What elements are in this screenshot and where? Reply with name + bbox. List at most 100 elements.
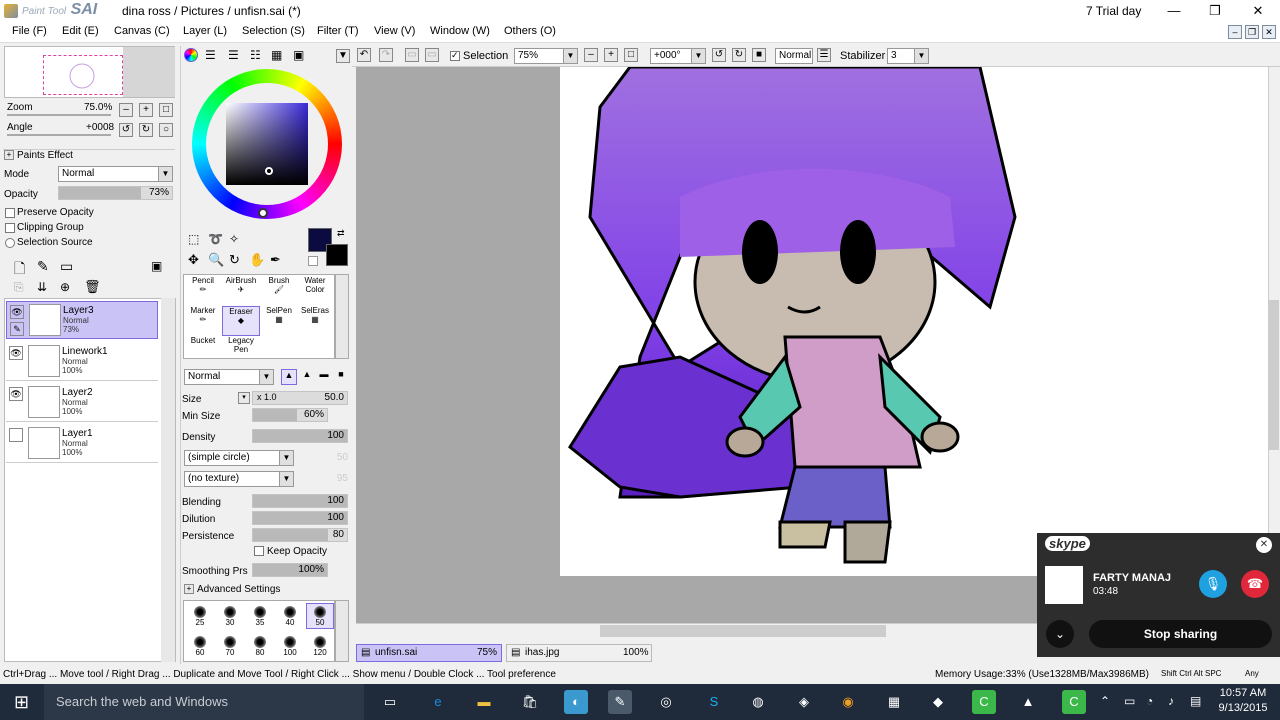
merge-down-icon[interactable]: ⊕ (60, 280, 70, 294)
app-icon-6[interactable]: ◆ (926, 690, 950, 714)
skype-icon[interactable]: S (702, 690, 726, 714)
tool-pencil[interactable]: Pencil ✏ (184, 276, 222, 306)
invert-selection-icon[interactable]: ▭ (425, 48, 439, 62)
paint-tool-sai-icon[interactable]: ✎ (608, 690, 632, 714)
rotate-tool-icon[interactable]: ↻ (229, 252, 240, 268)
chrome-icon[interactable]: ◉ (836, 690, 860, 714)
zoom-slider[interactable] (7, 114, 111, 116)
toolbar-zoom-in-icon[interactable]: + (604, 48, 618, 62)
task-view-icon[interactable]: ▭ (378, 690, 402, 714)
doc-tab-unfisn[interactable]: ▤ unfisn.sai 75% (356, 644, 502, 662)
chevron-down-icon[interactable]: ⌄ (1046, 620, 1074, 648)
preset-40[interactable]: 40 (276, 606, 304, 628)
transfer-down-icon[interactable]: ⇊ (37, 280, 47, 294)
brush-shape-medium-icon[interactable]: ▲ (299, 369, 315, 385)
color-wheel[interactable] (192, 69, 342, 219)
toolbar-rotate-left-icon[interactable]: ↺ (712, 48, 726, 62)
layer-item-linework1[interactable]: 👁 Linework1 Normal 100% (6, 343, 158, 381)
tool-seleras[interactable]: SelEras ▦ (296, 306, 334, 336)
hand-tool-icon[interactable]: ✋ (249, 252, 265, 268)
tool-legacy-pen[interactable]: Legacy Pen (222, 336, 260, 366)
trash-icon[interactable]: 🗑 (84, 279, 101, 295)
size-multiplier-icon[interactable]: ▾ (238, 392, 250, 404)
preserve-opacity-checkbox[interactable] (5, 208, 15, 218)
notifications-icon[interactable]: ▤ (1190, 694, 1201, 708)
preset-80[interactable]: 80 (246, 636, 274, 658)
scratchpad-tab-icon[interactable]: ▦ (271, 48, 282, 62)
layer-mode-select[interactable]: Normal ▼ (58, 166, 173, 182)
canvas-paper[interactable] (560, 65, 1268, 576)
angle-slider[interactable] (7, 134, 111, 136)
min-size-slider[interactable]: 60% (252, 408, 328, 422)
layer-item-layer1[interactable]: Layer1 Normal 100% (6, 425, 158, 463)
preset-70[interactable]: 70 (216, 636, 244, 658)
menu-others[interactable]: Others (O) (504, 25, 556, 37)
menu-selection[interactable]: Selection (S) (242, 25, 305, 37)
preset-100[interactable]: 100 (276, 636, 304, 658)
camtasia-recorder-icon[interactable]: C (1062, 690, 1086, 714)
app-icon-4[interactable]: ◈ (792, 690, 816, 714)
opacity-slider[interactable]: 73% (58, 186, 173, 200)
selection-checkbox[interactable]: ✓ (450, 50, 460, 61)
app-icon-7[interactable]: ▲ (1016, 690, 1040, 714)
undo-icon[interactable]: ↶ (357, 48, 371, 62)
zoom-in-icon[interactable]: + (139, 103, 153, 117)
new-layer-icon[interactable]: 🗋 (14, 258, 25, 282)
tool-marker[interactable]: Marker ✏ (184, 306, 222, 336)
density-slider[interactable]: 100 (252, 429, 348, 443)
edge-icon[interactable]: e (426, 690, 450, 714)
camtasia-icon[interactable]: C (972, 690, 996, 714)
tool-selpen[interactable]: SelPen ▦ (260, 306, 298, 336)
zoom-out-icon[interactable]: – (119, 103, 133, 117)
menu-layer[interactable]: Layer (L) (183, 25, 227, 37)
rect-select-icon[interactable]: ⬚ (188, 232, 199, 246)
search-box[interactable]: Search the web and Windows (44, 684, 364, 720)
tool-bucket[interactable]: Bucket (184, 336, 222, 366)
smoothing-slider[interactable]: 100% (252, 563, 328, 577)
rotate-left-icon[interactable]: ↺ (119, 123, 133, 137)
end-call-icon[interactable]: ☎ (1241, 570, 1269, 598)
new-linework-layer-icon[interactable]: ✎ (37, 258, 49, 275)
zoom-reset-icon[interactable]: □ (159, 103, 173, 117)
clock-time[interactable]: 10:57 AM (1218, 687, 1268, 699)
layer-item-layer3[interactable]: 👁 ✎ Layer3 Normal 73% (6, 301, 158, 339)
layer-scrollbar[interactable] (161, 298, 175, 662)
microphone-icon[interactable]: 🎙 (1199, 570, 1227, 598)
lasso-icon[interactable]: ➰ (208, 232, 223, 246)
minimize-button[interactable]: — (1162, 2, 1186, 20)
menu-filter[interactable]: Filter (T) (317, 25, 359, 37)
secondary-color-swatch[interactable] (326, 244, 348, 266)
transparent-color-icon[interactable] (308, 256, 318, 266)
tool-airbrush[interactable]: AirBrush ✈ (222, 276, 260, 306)
rgb-slider-tab-icon[interactable]: ☰ (205, 48, 216, 62)
rotate-reset-icon[interactable]: ○ (159, 123, 173, 137)
volume-icon[interactable]: ♪ (1168, 694, 1174, 708)
app-icon-1[interactable]: ◐ (564, 690, 588, 714)
deselect-icon[interactable]: ▭ (405, 48, 419, 62)
stabilizer-select[interactable]: 3 ▼ (887, 48, 929, 64)
rotate-right-icon[interactable]: ↻ (139, 123, 153, 137)
eye-icon[interactable]: 👁 (10, 305, 24, 319)
eye-icon[interactable]: 👁 (9, 346, 23, 360)
hue-cursor-icon[interactable] (258, 208, 268, 218)
brush-shape-hard-icon[interactable]: ▲ (281, 369, 297, 385)
redo-icon[interactable]: ↷ (379, 48, 393, 62)
advanced-settings-label[interactable]: Advanced Settings (197, 584, 280, 595)
color-wheel-tab-icon[interactable] (184, 48, 198, 62)
brush-texture-select[interactable]: (no texture) ▼ (184, 471, 294, 487)
flip-icon[interactable]: ☰ (817, 48, 831, 62)
hsv-slider-tab-icon[interactable]: ☰ (228, 48, 239, 62)
selection-source-radio[interactable] (5, 238, 15, 248)
keep-opacity-checkbox[interactable] (254, 546, 264, 556)
move-icon[interactable]: ✥ (188, 252, 199, 268)
mdi-minimize-icon[interactable]: – (1228, 25, 1242, 39)
menu-window[interactable]: Window (W) (430, 25, 490, 37)
mdi-close-icon[interactable]: ✕ (1262, 25, 1276, 39)
brush-shape-flat-icon[interactable]: ■ (333, 369, 349, 385)
tool-grid-scrollbar[interactable] (335, 274, 349, 359)
copy-layer-icon[interactable]: ⎘ (14, 280, 24, 295)
vscroll-thumb[interactable] (1269, 300, 1279, 450)
app-icon-2[interactable]: ◎ (654, 690, 678, 714)
clipping-group-checkbox[interactable] (5, 223, 15, 233)
app-icon-5[interactable]: ▦ (882, 690, 906, 714)
